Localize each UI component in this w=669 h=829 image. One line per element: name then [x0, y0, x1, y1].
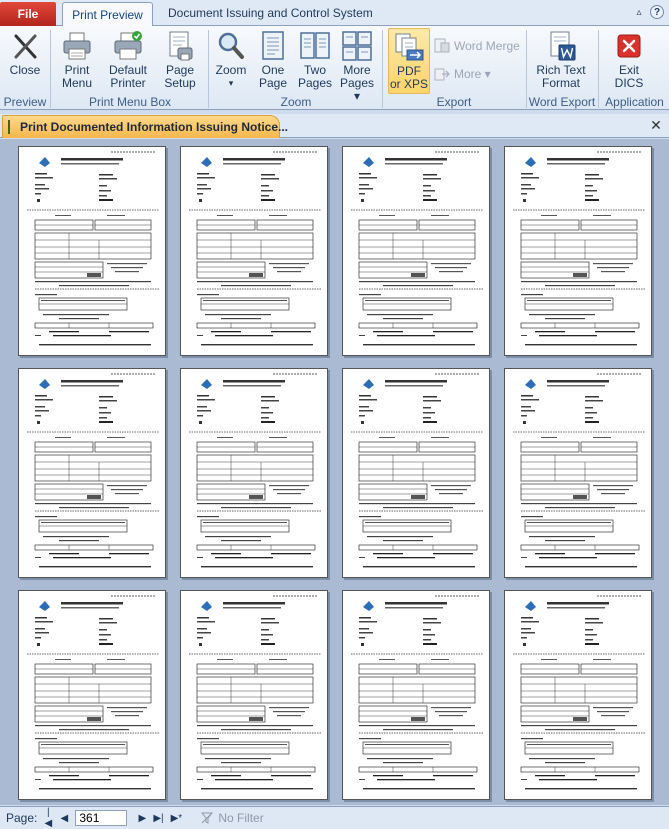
document-tab-bar: Print Documented Information Issuing Not…	[0, 114, 669, 138]
page-setup-icon	[164, 30, 196, 62]
pdf-or-xps-button[interactable]: PDF or XPS	[388, 28, 430, 94]
first-page-icon[interactable]: |◀	[43, 807, 53, 829]
close-preview-button[interactable]: Close	[4, 28, 46, 94]
report-page-thumbnail[interactable]	[342, 368, 490, 578]
ribbon-tab-strip: File Print Preview Document Issuing and …	[0, 0, 669, 27]
close-x-icon	[9, 30, 41, 62]
rich-text-label: Rich Text Format	[536, 63, 586, 90]
group-divider	[50, 30, 51, 108]
more-pages-button[interactable]: More Pages ▾	[336, 28, 378, 103]
word-merge-icon	[434, 38, 450, 54]
filter-icon	[201, 812, 214, 824]
exit-dics-button[interactable]: Exit DICS	[608, 28, 650, 94]
print-preview-area[interactable]	[0, 139, 669, 805]
group-divider	[526, 30, 527, 108]
help-icon[interactable]: ?	[650, 5, 664, 19]
group-label-export: Export	[436, 95, 472, 109]
group-label-word-export: Word Export	[528, 95, 596, 109]
previous-page-icon[interactable]: ◀	[59, 813, 69, 824]
exit-dics-label: Exit DICS	[614, 63, 644, 90]
report-page-thumbnail[interactable]	[504, 368, 652, 578]
report-page-thumbnail[interactable]	[504, 146, 652, 356]
zoom-button[interactable]: Zoom ▾	[212, 28, 250, 94]
minimize-ribbon-icon[interactable]: ▵	[632, 5, 646, 19]
report-page-thumbnail[interactable]	[342, 590, 490, 800]
status-bar: Page: |◀ ◀ ▶ ▶| ▶* No Filter	[0, 806, 669, 829]
zoom-label: Zoom	[215, 63, 247, 77]
more-pages-icon	[341, 30, 373, 62]
pdf-xps-label: PDF or XPS	[389, 64, 428, 91]
page-setup-button[interactable]: Page Setup	[158, 28, 202, 94]
new-record-icon[interactable]: ▶*	[169, 813, 183, 824]
report-page-thumbnail[interactable]	[180, 146, 328, 356]
two-pages-button[interactable]: Two Pages	[296, 28, 334, 94]
two-pages-label: Two Pages	[297, 63, 333, 90]
report-page-thumbnail[interactable]	[342, 146, 490, 356]
next-page-icon[interactable]: ▶	[137, 813, 147, 824]
close-report-icon[interactable]: ✕	[649, 118, 663, 132]
printer-icon	[61, 30, 93, 62]
exit-icon	[613, 30, 645, 62]
default-printer-icon	[112, 30, 144, 62]
report-page-thumbnail[interactable]	[18, 146, 166, 356]
one-page-button[interactable]: One Page	[254, 28, 292, 94]
tab-file[interactable]: File	[0, 2, 56, 26]
export-more-button[interactable]: More ▾	[434, 64, 491, 84]
group-label-print-menu-box: Print Menu Box	[88, 95, 172, 109]
report-page-thumbnail[interactable]	[180, 590, 328, 800]
report-page-thumbnail[interactable]	[504, 590, 652, 800]
group-divider	[598, 30, 599, 108]
page-label: Page:	[6, 811, 38, 825]
group-label-application: Application	[605, 95, 664, 109]
two-pages-icon	[299, 30, 331, 62]
report-tab[interactable]: Print Documented Information Issuing Not…	[2, 115, 288, 138]
group-label-preview: Preview	[3, 95, 47, 109]
export-more-label: More ▾	[454, 67, 491, 81]
export-more-icon	[434, 66, 450, 82]
pdf-xps-icon	[393, 31, 425, 63]
page-number-input[interactable]	[75, 810, 128, 826]
report-tab-title: Print Documented Information Issuing Not…	[20, 120, 289, 134]
default-printer-label: Default Printer	[108, 63, 148, 90]
word-merge-label: Word Merge	[454, 39, 520, 53]
print-menu-button[interactable]: Print Menu	[56, 28, 98, 94]
print-menu-label: Print Menu	[61, 63, 93, 90]
close-label: Close	[9, 63, 41, 77]
magnifier-icon	[215, 30, 247, 62]
report-page-thumbnail[interactable]	[18, 368, 166, 578]
ribbon: Close Preview Print Menu Default Printer…	[0, 26, 669, 110]
zoom-dropdown-icon: ▾	[228, 78, 234, 88]
one-page-icon	[257, 30, 289, 62]
app-title: Document Issuing and Control System	[168, 6, 373, 20]
report-page-thumbnail[interactable]	[18, 590, 166, 800]
group-divider	[208, 30, 209, 108]
group-divider	[382, 30, 383, 108]
group-label-zoom: Zoom	[280, 95, 312, 109]
one-page-label: One Page	[258, 63, 288, 90]
report-page-thumbnail[interactable]	[180, 368, 328, 578]
page-setup-label: Page Setup	[164, 63, 196, 90]
tab-print-preview[interactable]: Print Preview	[62, 2, 153, 27]
filter-toggle-button[interactable]: No Filter	[201, 811, 264, 825]
default-printer-button[interactable]: Default Printer	[104, 28, 152, 94]
rich-text-format-button[interactable]: Rich Text Format	[534, 28, 588, 94]
word-document-icon	[545, 30, 577, 62]
report-icon	[8, 120, 10, 134]
no-filter-label: No Filter	[218, 811, 264, 825]
word-merge-button[interactable]: Word Merge	[434, 36, 520, 56]
last-page-icon[interactable]: ▶|	[153, 813, 163, 824]
